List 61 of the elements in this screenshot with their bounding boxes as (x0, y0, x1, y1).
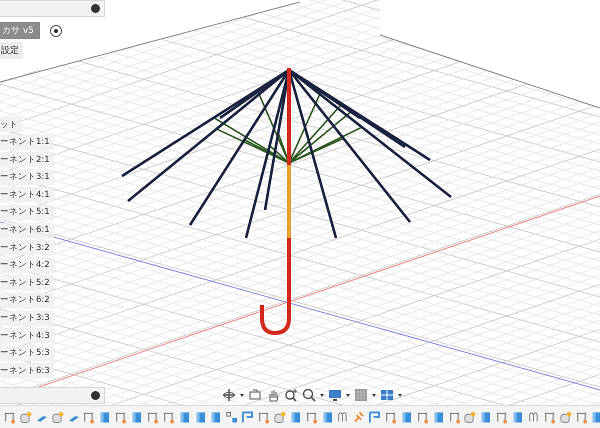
options-icon[interactable] (91, 4, 100, 13)
viewports-icon[interactable] (380, 388, 394, 402)
timeline-feature-icon[interactable] (574, 410, 588, 424)
browser-item[interactable]: ーネント5:2 (0, 275, 54, 290)
browser-item[interactable]: ーネント3:1 (0, 170, 54, 185)
timeline-feature-icon[interactable] (50, 410, 64, 424)
timeline-feature-icon[interactable] (526, 410, 540, 424)
timeline-feature-icon[interactable] (3, 410, 16, 424)
browser-item[interactable]: ーネント5:1 (0, 204, 54, 220)
timeline-feature-icon[interactable] (18, 410, 32, 424)
timeline-feature-icon[interactable] (495, 410, 508, 424)
browser-item[interactable]: ーネント4:2 (0, 258, 54, 273)
timeline-feature-icon[interactable] (384, 410, 397, 424)
browser-header[interactable] (0, 0, 105, 17)
timeline-feature-icon[interactable] (114, 410, 127, 424)
orbit-icon[interactable] (222, 388, 236, 402)
browser-item[interactable]: ーネント6:2 (0, 292, 54, 308)
timeline-feature-icon[interactable] (98, 410, 112, 424)
timeline-feature-icon[interactable] (241, 410, 254, 424)
caret-icon[interactable] (320, 394, 324, 396)
timeline-feature-icon[interactable] (448, 410, 460, 424)
zoom-icon[interactable] (302, 388, 316, 402)
browser-item[interactable]: ーネント4:1 (0, 187, 54, 202)
caret-icon[interactable] (346, 394, 350, 396)
caret-icon[interactable] (372, 394, 376, 396)
browser-item[interactable]: ーネント6:1 (0, 222, 54, 238)
display-icon[interactable] (328, 388, 342, 402)
browser-item[interactable]: ーネント4:3 (0, 328, 54, 344)
timeline-feature-icon[interactable] (463, 410, 476, 424)
zoom-window-icon[interactable] (284, 388, 298, 402)
timeline-feature-icon[interactable] (368, 410, 381, 424)
radio-icon[interactable] (50, 24, 62, 36)
timeline-feature-icon[interactable] (558, 410, 572, 424)
browser-item[interactable]: ーネント3:3 (0, 310, 54, 326)
timeline-feature-icon[interactable] (479, 410, 492, 424)
browser-item[interactable]: ーネント2:1 (0, 152, 54, 168)
browser-item[interactable]: ーネント6:3 (0, 363, 54, 378)
timeline-feature-icon[interactable] (225, 410, 238, 424)
timeline-feature-icon[interactable] (146, 410, 159, 424)
timeline-feature-icon[interactable] (209, 410, 222, 424)
timeline-feature-icon[interactable] (336, 410, 350, 424)
timeline-feature-icon[interactable] (130, 410, 143, 424)
settings-item[interactable]: 設定 (0, 42, 23, 59)
timeline-feature-icon[interactable] (416, 410, 429, 424)
timeline-feature-icon[interactable] (590, 410, 600, 424)
browser-item[interactable]: ット (0, 117, 22, 132)
timeline-feature-icon[interactable] (82, 410, 96, 424)
timeline-feature-icon[interactable] (162, 410, 175, 424)
browser-item[interactable]: ーネント3:2 (0, 240, 54, 256)
browser-item[interactable]: ーネント1:1 (0, 134, 54, 150)
browser-item[interactable]: ーネント5:3 (0, 346, 54, 361)
caret-icon[interactable] (240, 394, 244, 396)
monitor-icon[interactable] (248, 388, 262, 402)
timeline-feature-icon[interactable] (511, 410, 524, 424)
caret-icon[interactable] (398, 394, 402, 396)
options-icon[interactable] (91, 391, 100, 400)
timeline-feature-icon[interactable] (272, 410, 286, 424)
timeline-feature-icon[interactable] (257, 410, 270, 424)
timeline-feature-icon[interactable] (542, 410, 556, 424)
timeline-feature-icon[interactable] (304, 410, 318, 424)
comments-bar[interactable] (0, 387, 105, 404)
